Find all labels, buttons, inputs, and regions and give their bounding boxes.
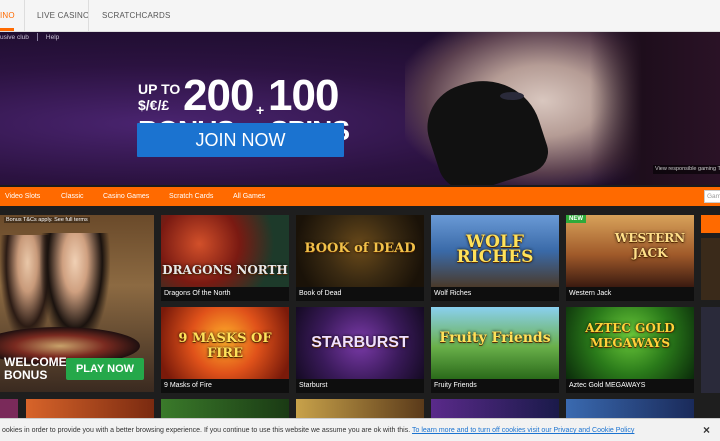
game-tile[interactable]: Fruity Friends Fruity Friends (431, 307, 559, 393)
game-logo: STARBURST (311, 334, 409, 351)
game-thumbnail: 9 MASKS OF FIRE (161, 307, 289, 379)
game-thumbnail: STARBURST (296, 307, 424, 379)
category-video-slots[interactable]: Video Slots (5, 187, 40, 206)
hero-sublinks: usive club Help (0, 33, 67, 41)
partial-tile[interactable] (296, 399, 424, 418)
game-tile[interactable]: WESTERN JACK NEW Western Jack (566, 215, 694, 301)
bonus-terms-note[interactable]: Bonus T&Cs apply. See full terms (4, 217, 90, 223)
game-tile[interactable]: WOLF RICHES Wolf Riches (431, 215, 559, 301)
promo-plus: + (256, 102, 265, 118)
play-now-button[interactable]: PLAY NOW (66, 358, 144, 380)
model-eye-image (500, 92, 524, 100)
game-tile[interactable]: DRAGONS NORTH Dragons Of the North (161, 215, 289, 301)
game-logo: WESTERN JACK (614, 231, 686, 260)
sublink-divider (36, 33, 38, 41)
game-logo: WOLF RICHES (456, 232, 534, 267)
game-tile[interactable]: BOOK of DEAD Book of Dead (296, 215, 424, 301)
close-icon[interactable]: × (703, 419, 710, 441)
promo-upto: UP TO (138, 81, 181, 97)
category-bar: Video Slots Classic Casino Games Scratch… (0, 187, 720, 206)
game-thumbnail: BOOK of DEAD (296, 215, 424, 287)
partial-tile[interactable] (26, 399, 154, 418)
cookie-policy-link[interactable]: To learn more and to turn off cookies vi… (412, 427, 634, 434)
cookie-banner: ookies in order to provide you with a be… (0, 418, 720, 441)
promo-currency: $/€/£ (138, 97, 170, 113)
game-title: Starburst (296, 379, 424, 393)
promo-bonus-amount: 200 (183, 71, 254, 120)
partial-tile[interactable] (566, 399, 694, 418)
game-logo: DRAGONS NORTH (162, 263, 288, 277)
category-classic[interactable]: Classic (61, 187, 84, 206)
game-thumbnail: Fruity Friends (431, 307, 559, 379)
game-tile[interactable]: 9 MASKS OF FIRE 9 Masks of Fire (161, 307, 289, 393)
welcome-subtitle: BONUS (4, 368, 48, 382)
welcome-title: WELCOME (4, 355, 67, 369)
top-navigation: INO LIVE CASINO SCRATCHCARDS (0, 0, 720, 32)
partial-tile[interactable] (701, 215, 720, 233)
new-badge: NEW (566, 215, 586, 223)
partial-tile[interactable] (0, 399, 18, 418)
category-scratch-cards[interactable]: Scratch Cards (169, 187, 213, 206)
game-title: Fruity Friends (431, 379, 559, 393)
join-now-button[interactable]: JOIN NOW (137, 123, 344, 157)
nav-divider (88, 0, 89, 32)
hero-banner: usive clubHelp UP TO $/€/£ 200 + 100 BON… (0, 32, 720, 185)
game-thumbnail: AZTEC GOLD MEGAWAYS (566, 307, 694, 379)
model-hair-image (590, 32, 720, 185)
category-casino-games[interactable]: Casino Games (103, 187, 149, 206)
partial-tile[interactable] (431, 399, 559, 418)
tab-scratchcards[interactable]: SCRATCHCARDS (102, 0, 170, 32)
game-title: Western Jack (566, 287, 694, 301)
partial-tile[interactable] (701, 307, 720, 393)
partial-tile[interactable] (161, 399, 289, 418)
game-title: Dragons Of the North (161, 287, 289, 301)
casino-page: INO LIVE CASINO SCRATCHCARDS usive club H… (0, 0, 720, 441)
promo-spins-amount: 100 (268, 71, 339, 120)
cookie-text: ookies in order to provide you with a be… (2, 427, 411, 434)
game-title: Wolf Riches (431, 287, 559, 301)
welcome-bonus-ad[interactable]: Bonus T&Cs apply. See full terms WELCOME… (0, 215, 154, 392)
game-logo: BOOK of DEAD (304, 241, 416, 256)
game-logo: 9 MASKS OF FIRE (178, 331, 272, 361)
exclusive-club-link[interactable]: usive club (0, 34, 29, 41)
category-all-games[interactable]: All Games (233, 187, 265, 206)
tab-casino[interactable]: INO (0, 0, 15, 31)
game-logo: Fruity Friends (439, 330, 551, 346)
game-tile[interactable]: STARBURST Starburst (296, 307, 424, 393)
game-thumbnail: WOLF RICHES (431, 215, 559, 287)
cookie-message: ookies in order to provide you with a be… (2, 419, 634, 441)
terms-link[interactable]: View responsible gaming T&C (653, 165, 720, 174)
nav-divider (24, 0, 25, 32)
game-thumbnail: DRAGONS NORTH (161, 215, 289, 287)
game-thumbnail: WESTERN JACK (566, 215, 694, 287)
game-title: Book of Dead (296, 287, 424, 301)
game-search-input[interactable]: Gam (704, 190, 720, 203)
game-title: 9 Masks of Fire (161, 379, 289, 393)
partial-tile[interactable] (701, 238, 720, 300)
help-link[interactable]: Help (46, 34, 59, 41)
game-tile[interactable]: AZTEC GOLD MEGAWAYS Aztec Gold MEGAWAYS (566, 307, 694, 393)
game-logo: AZTEC GOLD MEGAWAYS (585, 321, 675, 350)
tab-live-casino[interactable]: LIVE CASINO (37, 0, 89, 32)
game-title: Aztec Gold MEGAWAYS (566, 379, 694, 393)
